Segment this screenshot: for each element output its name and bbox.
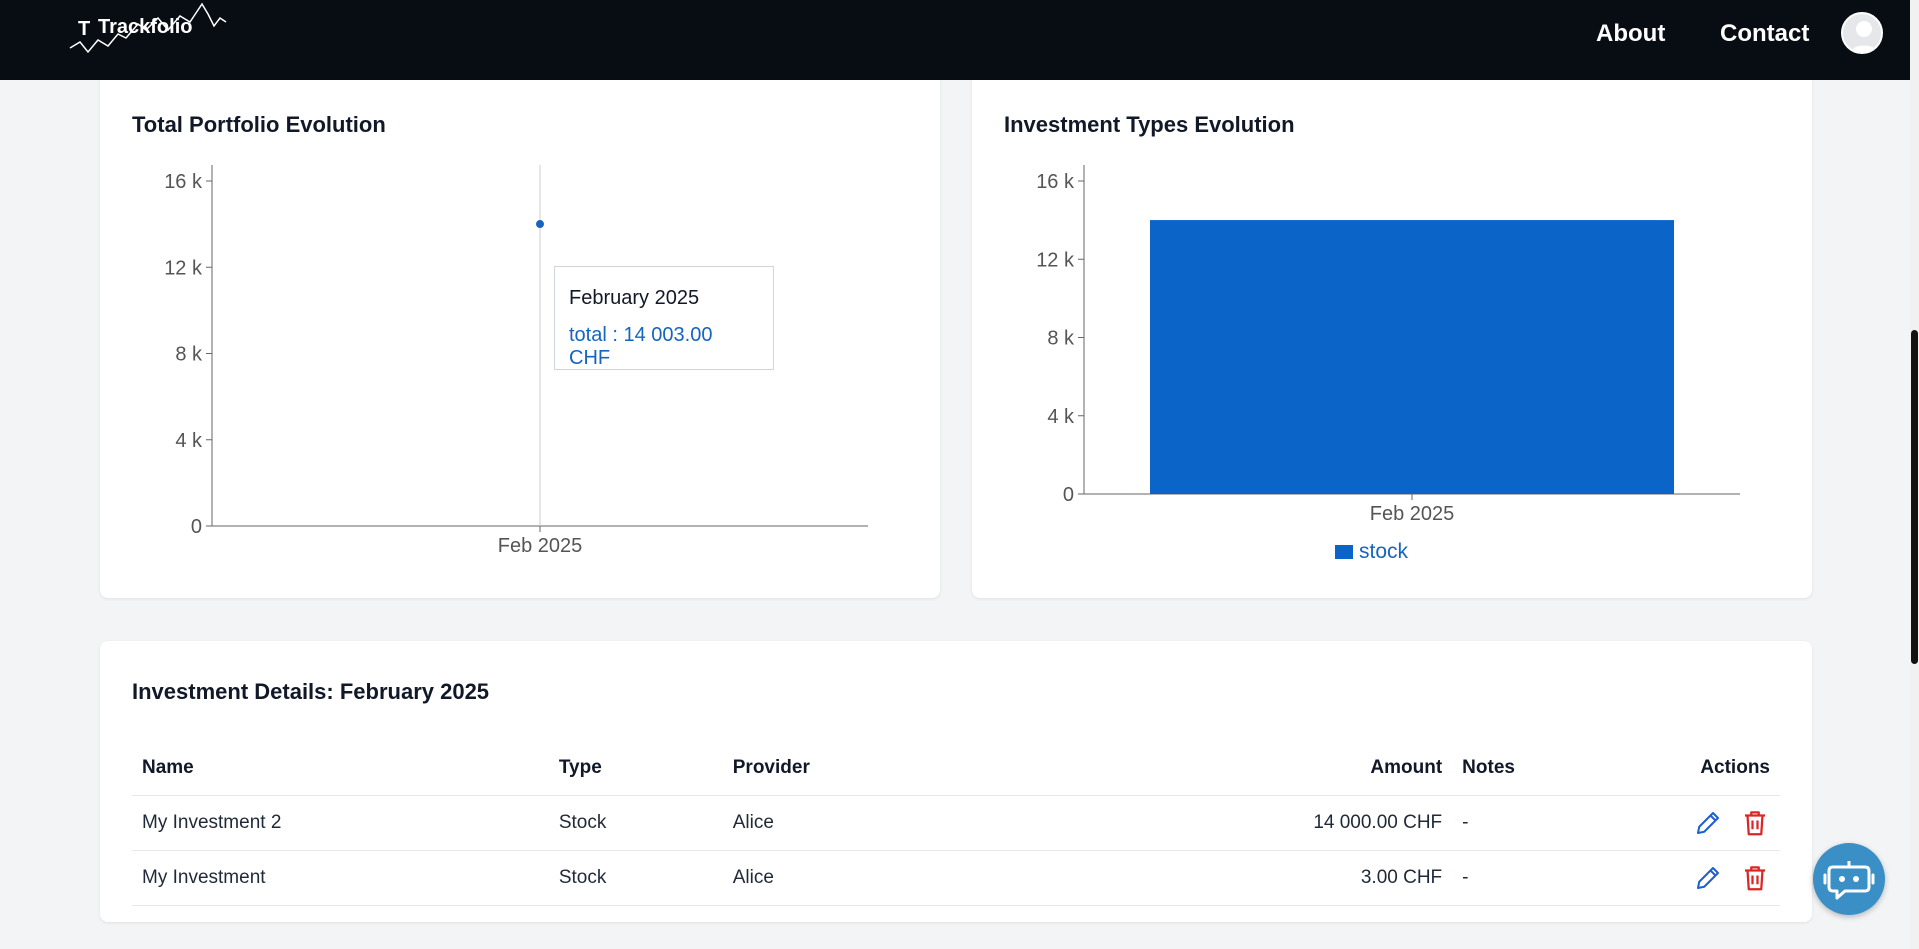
- cell-notes: -: [1452, 795, 1671, 851]
- y-tick-label: 4 k: [1047, 406, 1075, 428]
- col-provider: Provider: [722, 741, 952, 796]
- cell-provider: Alice: [722, 795, 952, 851]
- chart-tooltip: February 2025 total : 14 003.00 CHF: [554, 266, 774, 370]
- col-type: Type: [548, 741, 723, 796]
- pencil-icon: [1696, 866, 1719, 889]
- tooltip-month: February 2025: [569, 287, 700, 309]
- y-tick-label: 0: [1063, 484, 1074, 506]
- tooltip-total: total : 14 003.00 CHF: [569, 324, 713, 369]
- portfolio-line-chart: 0 4 k 8 k 12 k 16 k Feb 2025: [164, 165, 868, 557]
- cell-actions: [1670, 850, 1780, 906]
- cell-type: Stock: [548, 850, 723, 906]
- table-header-row: Name Type Provider Amount Notes Actions: [132, 741, 1780, 796]
- y-tick-label: 0: [191, 516, 202, 538]
- investment-details-card: Investment Details: February 2025 Name T…: [100, 641, 1812, 922]
- nav-contact-link[interactable]: Contact: [1720, 20, 1809, 48]
- trash-icon: [1745, 810, 1765, 835]
- cell-notes: -: [1452, 850, 1671, 906]
- bar-stock-feb-2025: [1150, 220, 1674, 494]
- cell-type: Stock: [548, 795, 723, 851]
- legend-swatch: [1335, 545, 1353, 559]
- x-tick-label: Feb 2025: [1370, 503, 1455, 525]
- edit-button[interactable]: [1693, 808, 1723, 838]
- y-tick-label: 8 k: [1047, 328, 1075, 350]
- nav-about-link[interactable]: About: [1596, 20, 1665, 48]
- chatbot-button[interactable]: [1813, 843, 1885, 915]
- user-icon: [1850, 21, 1878, 52]
- delete-button[interactable]: [1740, 863, 1770, 893]
- table-row: My Investment Stock Alice 3.00 CHF -: [132, 850, 1780, 906]
- table-row: My Investment 2 Stock Alice 14 000.00 CH…: [132, 795, 1780, 851]
- y-tick-label: 16 k: [1036, 171, 1075, 193]
- bot-icon: [1823, 861, 1875, 900]
- investments-table: Name Type Provider Amount Notes Actions …: [132, 741, 1780, 906]
- legend-label: stock: [1359, 540, 1409, 563]
- top-navbar: T Trackfolio About Contact: [0, 0, 1910, 80]
- y-tick-label: 12 k: [1036, 249, 1075, 271]
- x-tick-label: Feb 2025: [498, 535, 583, 557]
- cell-name: My Investment: [132, 850, 549, 906]
- cell-actions: [1670, 795, 1780, 851]
- data-point: [536, 220, 544, 229]
- col-actions: Actions: [1670, 741, 1780, 796]
- cell-amount: 3.00 CHF: [951, 850, 1453, 906]
- cell-name: My Investment 2: [132, 795, 549, 851]
- scrollbar-thumb[interactable]: [1911, 330, 1918, 664]
- y-tick-label: 4 k: [175, 430, 203, 452]
- edit-button[interactable]: [1693, 863, 1723, 893]
- col-notes: Notes: [1452, 741, 1671, 796]
- col-amount: Amount: [951, 741, 1453, 796]
- logo-text: Trackfolio: [98, 16, 193, 38]
- y-tick-label: 12 k: [164, 257, 203, 279]
- types-bar-chart: 0 4 k 8 k 12 k 16 k Feb 2025 stock: [1036, 165, 1740, 563]
- trash-icon: [1745, 865, 1765, 890]
- logo-mark: T: [78, 18, 91, 40]
- delete-button[interactable]: [1740, 808, 1770, 838]
- pencil-icon: [1696, 811, 1719, 834]
- details-title: Investment Details: February 2025: [132, 679, 490, 704]
- user-avatar[interactable]: [1841, 12, 1883, 54]
- cell-amount: 14 000.00 CHF: [951, 795, 1453, 851]
- y-tick-label: 8 k: [175, 344, 203, 366]
- col-name: Name: [132, 741, 549, 796]
- cell-provider: Alice: [722, 850, 952, 906]
- trackfolio-logo[interactable]: T Trackfolio: [68, 0, 238, 64]
- y-tick-label: 16 k: [164, 171, 203, 193]
